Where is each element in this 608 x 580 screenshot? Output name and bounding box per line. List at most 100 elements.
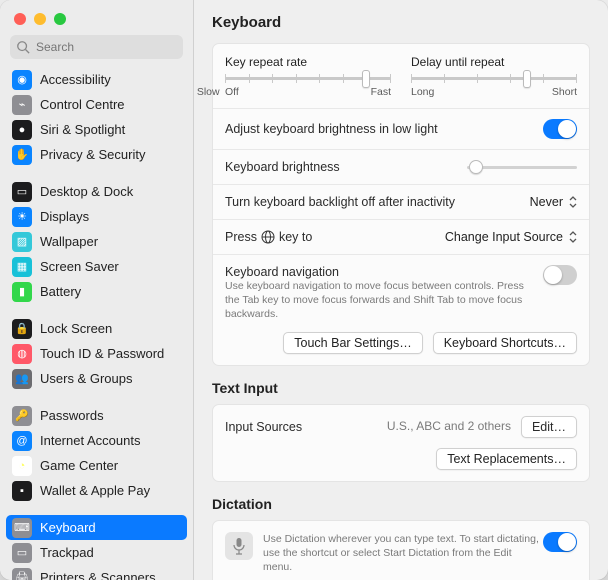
sidebar-item-wallpaper[interactable]: ▨ Wallpaper [6,229,187,254]
sidebar-item-label: Screen Saver [40,259,119,274]
zoom-icon[interactable] [54,13,66,25]
privacy-security-icon: ✋ [12,145,32,165]
main-content[interactable]: Keyboard Key repeat rate Off Slow Fast [194,0,608,580]
screen-saver-icon: ▦ [12,257,32,277]
game-center-icon: ◔ [12,456,32,476]
sidebar-item-wallet[interactable]: ▪ Wallet & Apple Pay [6,478,187,503]
dictation-toggle[interactable] [543,532,577,552]
users-groups-icon: 👥 [12,369,32,389]
displays-icon: ☀ [12,207,32,227]
sidebar-item-label: Passwords [40,408,104,423]
sidebar: ◉ Accessibility ⌁ Control Centre ● Siri & Spo… [0,0,194,580]
sidebar-item-label: Wallet & Apple Pay [40,483,150,498]
sidebar-item-trackpad[interactable]: ▭Trackpad [6,540,187,565]
sidebar-item-game-center[interactable]: ◔ Game Center [6,453,187,478]
sidebar-item-label: Wallpaper [40,234,98,249]
internet-accounts-icon: @ [12,431,32,451]
backlight-inactivity-select[interactable]: Never [530,195,577,209]
sidebar-item-label: Control Centre [40,97,125,112]
delay-until-repeat-slider[interactable] [411,77,577,80]
sidebar-item-label: Users & Groups [40,371,132,386]
sidebar-item-label: Printers & Scanners [40,570,156,580]
key-repeat-rate-label: Key repeat rate [225,55,391,69]
sidebar-item-desktop-dock[interactable]: ▭Desktop & Dock [6,179,187,204]
keyboard-navigation-label: Keyboard navigation [225,265,527,279]
text-input-title: Text Input [212,380,590,396]
sidebar-item-label: Displays [40,209,89,224]
brightness-label: Keyboard brightness [225,160,340,174]
sidebar-item-lock-screen[interactable]: 🔒 Lock Screen [6,316,187,341]
touch-bar-settings-button[interactable]: Touch Bar Settings… [283,332,422,354]
siri-spotlight-icon: ● [12,120,32,140]
trackpad-icon: ▭ [12,543,32,563]
key-repeat-panel: Key repeat rate Off Slow Fast Delay unti… [212,43,590,366]
sidebar-item-screen-saver[interactable]: ▦ Screen Saver [6,254,187,279]
chevron-up-down-icon [569,195,577,209]
wallet-icon: ▪ [12,481,32,501]
slider-knob[interactable] [362,70,370,88]
touch-id-icon: ◍ [12,344,32,364]
input-sources-value: U.S., ABC and 2 others [387,418,511,434]
keyboard-navigation-toggle[interactable] [543,265,577,285]
sidebar-item-siri-spotlight[interactable]: ● Siri & Spotlight [6,117,187,142]
sidebar-item-printers[interactable]: 🖨 Printers & Scanners [6,565,187,580]
sidebar-item-label: Desktop & Dock [40,184,133,199]
sidebar-item-battery[interactable]: ▮ Battery [6,279,187,304]
settings-window: ◉ Accessibility ⌁ Control Centre ● Siri & Spo… [0,0,608,580]
sidebar-item-label: Privacy & Security [40,147,145,162]
battery-icon: ▮ [12,282,32,302]
text-replacements-button[interactable]: Text Replacements… [436,448,577,470]
slider-knob[interactable] [523,70,531,88]
control-centre-icon: ⌁ [12,95,32,115]
sidebar-item-passwords[interactable]: 🔑 Passwords [6,403,187,428]
auto-brightness-toggle[interactable] [543,119,577,139]
sidebar-item-accessibility[interactable]: ◉ Accessibility [6,67,187,92]
lock-screen-icon: 🔒 [12,319,32,339]
page-title: Keyboard [212,14,590,31]
globe-key-label: Press key to [225,230,312,244]
brightness-slider[interactable] [467,166,577,169]
minimize-icon[interactable] [34,13,46,25]
text-input-panel: Input Sources U.S., ABC and 2 others Edi… [212,404,590,482]
keyboard-shortcuts-button[interactable]: Keyboard Shortcuts… [433,332,577,354]
accessibility-icon: ◉ [12,70,32,90]
search-input[interactable] [10,35,183,59]
sidebar-item-label: Siri & Spotlight [40,122,125,137]
sidebar-item-label: Lock Screen [40,321,112,336]
sidebar-item-internet-accounts[interactable]: @ Internet Accounts [6,428,187,453]
sidebar-item-label: Accessibility [40,72,111,87]
sidebar-item-label: Internet Accounts [40,433,140,448]
delay-long-label: Long [411,86,434,98]
globe-icon [261,230,275,244]
dictation-title: Dictation [212,496,590,512]
dictation-panel: Use Dictation wherever you can type text… [212,520,590,580]
dictation-desc-1: Use Dictation wherever you can type text… [263,532,543,575]
sidebar-item-label: Game Center [40,458,118,473]
key-repeat-rate-slider[interactable] [225,77,391,80]
rate-slow-label: Slow [197,86,220,98]
sidebar-list[interactable]: ◉ Accessibility ⌁ Control Centre ● Siri & Spo… [0,67,193,580]
passwords-icon: 🔑 [12,406,32,426]
window-controls [0,0,193,35]
backlight-inactivity-label: Turn keyboard backlight off after inacti… [225,195,455,209]
globe-key-select[interactable]: Change Input Source [445,230,577,244]
input-sources-edit-button[interactable]: Edit… [521,416,577,438]
printers-icon: 🖨 [12,568,32,580]
delay-until-repeat-label: Delay until repeat [411,55,577,69]
keyboard-navigation-desc: Use keyboard navigation to move focus be… [225,279,527,322]
sidebar-item-displays[interactable]: ☀ Displays [6,204,187,229]
rate-fast-label: Fast [371,86,391,98]
wallpaper-icon: ▨ [12,232,32,252]
chevron-up-down-icon [569,230,577,244]
sidebar-item-label: Battery [40,284,81,299]
delay-short-label: Short [552,86,577,98]
microphone-icon [225,532,253,560]
sidebar-item-touch-id[interactable]: ◍ Touch ID & Password [6,341,187,366]
sidebar-item-privacy-security[interactable]: ✋ Privacy & Security [6,142,187,167]
sidebar-item-keyboard[interactable]: ⌨Keyboard [6,515,187,540]
search-icon [16,40,30,54]
sidebar-item-control-centre[interactable]: ⌁ Control Centre [6,92,187,117]
sidebar-item-label: Touch ID & Password [40,346,164,361]
close-icon[interactable] [14,13,26,25]
sidebar-item-users-groups[interactable]: 👥 Users & Groups [6,366,187,391]
